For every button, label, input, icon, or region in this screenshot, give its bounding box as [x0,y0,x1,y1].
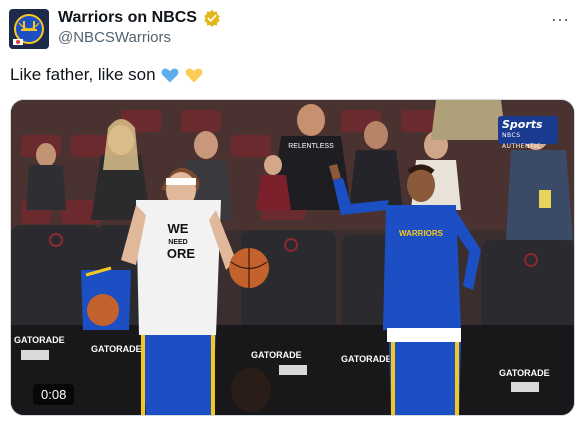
yellow-heart-icon [185,68,202,83]
blue-heart-icon [161,68,178,83]
gatorade-sign: GATORADE [91,344,142,354]
tweet-text-body: Like father, like son [10,65,156,84]
video-frame: RELENTLESS GATORADE GATORADE GATORADE GA… [11,100,574,415]
shirt-text-line3: ORE [167,246,196,261]
watermark-main: Sports [502,118,543,131]
gatorade-sign: GATORADE [499,368,550,378]
account-handle[interactable]: @NBCSWarriors [58,29,171,47]
nbc-sports-watermark: Sports NBCS AUTHENTIC [498,116,558,150]
account-name-row: Warriors on NBCS [58,8,221,28]
verified-badge-icon [204,9,220,27]
account-avatar[interactable] [9,9,49,49]
tweet-text: Like father, like son [10,64,204,86]
tweet-card: Warriors on NBCS @NBCSWarriors ··· Like … [0,0,585,424]
jersey-text: WARRIORS [399,229,444,238]
gatorade-sign: GATORADE [341,354,392,364]
shirt-text-line2: NEED [168,239,187,246]
shirt-text-line1: WE [168,221,189,236]
gatorade-sign: GATORADE [14,335,65,345]
warriors-bridge-logo-icon [9,9,49,49]
video-player[interactable]: RELENTLESS GATORADE GATORADE GATORADE GA… [10,99,575,416]
crowd-shirt-text: RELENTLESS [288,143,334,150]
more-horizontal-icon: ··· [551,8,569,29]
video-timestamp: 0:08 [33,384,75,405]
watermark-sub: NBCS AUTHENTIC [502,132,542,150]
more-options-button[interactable]: ··· [547,6,573,32]
gatorade-sign: GATORADE [251,350,302,360]
display-name[interactable]: Warriors on NBCS [58,8,197,28]
